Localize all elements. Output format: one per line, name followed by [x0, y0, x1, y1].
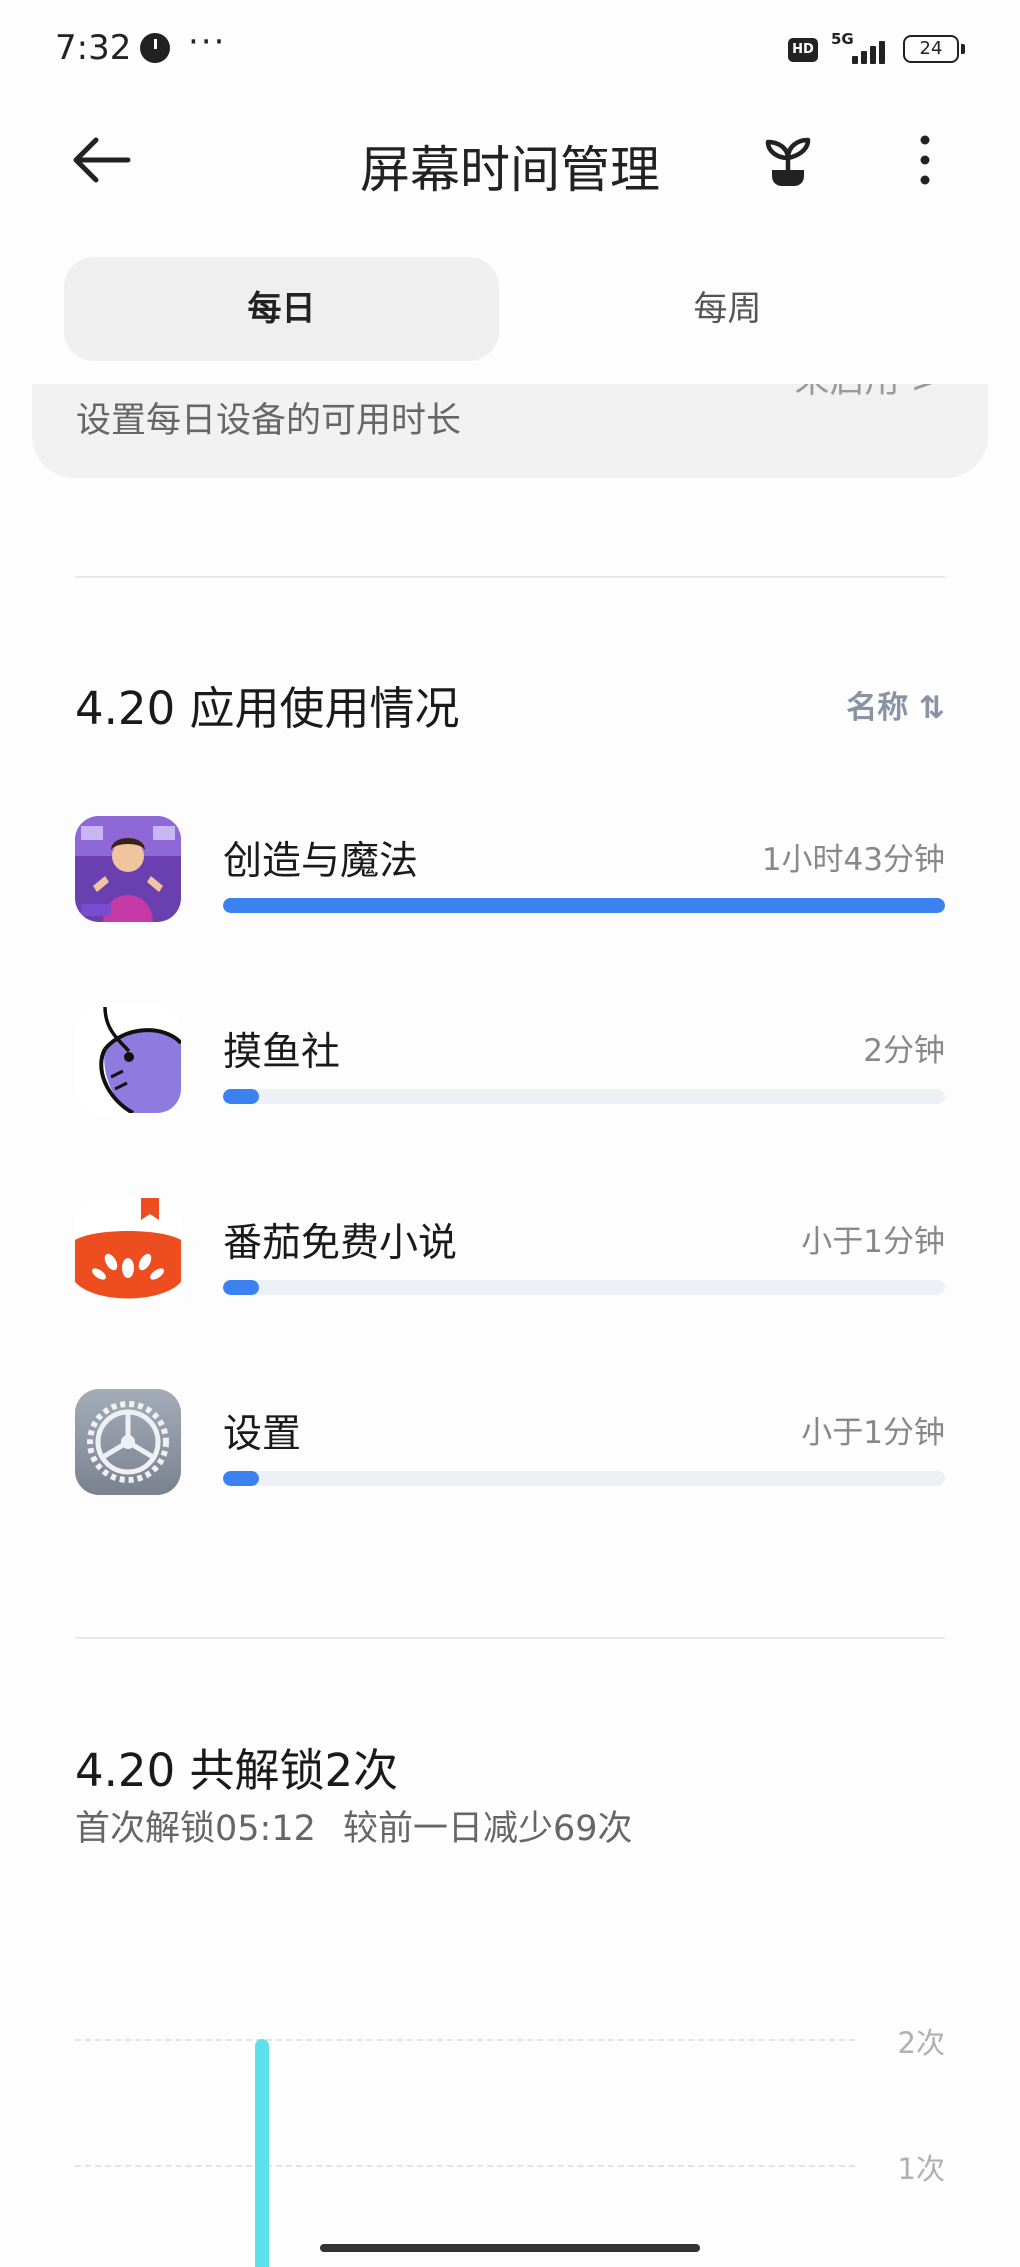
chart-y-tick-label: 2次 [897, 2026, 945, 2060]
sort-by-name-toggle[interactable]: 名称 ⇅ [846, 682, 945, 727]
clock-icon [140, 33, 170, 63]
tab-daily[interactable]: 每日 [64, 257, 499, 361]
app-name: 设置 [223, 1412, 302, 1457]
app-duration: 1小时43分钟 [761, 842, 945, 878]
more-vertical-icon [920, 135, 930, 185]
app-duration: 小于1分钟 [801, 1224, 945, 1260]
chart-gridline [75, 2165, 855, 2167]
tab-weekly[interactable]: 每周 [510, 257, 945, 361]
status-more-dots: ··· [188, 22, 227, 62]
usage-progress-bar [223, 898, 945, 913]
usage-progress-bar [223, 1280, 945, 1295]
unlock-section-title: 4.20 共解锁2次 [75, 1744, 399, 1797]
divider [75, 1637, 945, 1639]
usage-progress-fill [223, 1471, 260, 1486]
first-unlock-time: 首次解锁05:12 [75, 1809, 316, 1849]
usage-progress-fill [223, 898, 945, 913]
chart-gridline [75, 2039, 855, 2041]
sprout-button[interactable] [756, 128, 820, 192]
app-name: 番茄免费小说 [223, 1221, 458, 1266]
more-options-button[interactable] [905, 128, 945, 192]
creation-magic-app-icon [75, 816, 181, 922]
battery-icon: 24 [903, 35, 965, 63]
unlock-comparison: 较前一日减少69次 [343, 1809, 633, 1849]
usage-progress-fill [223, 1089, 260, 1104]
app-usage-row[interactable]: 创造与魔法 1小时43分钟 [75, 816, 945, 926]
settings-gear-icon [75, 1389, 181, 1495]
usage-progress-bar [223, 1089, 945, 1104]
usage-section-title: 4.20 应用使用情况 [75, 682, 460, 735]
network-type: 5G [831, 30, 854, 48]
app-usage-row[interactable]: 摸鱼社 2分钟 [75, 1007, 945, 1117]
app-usage-row[interactable]: 番茄免费小说 小于1分钟 [75, 1198, 945, 1308]
app-usage-row[interactable]: 设置 小于1分钟 [75, 1389, 945, 1499]
app-header: 屏幕时间管理 [0, 110, 1020, 210]
daily-limit-status: 未启用 > [795, 384, 940, 403]
usage-progress-fill [223, 1280, 260, 1295]
app-duration: 2分钟 [863, 1033, 945, 1069]
page-title: 屏幕时间管理 [360, 141, 660, 199]
app-duration: 小于1分钟 [801, 1415, 945, 1451]
divider [75, 576, 945, 578]
fanqie-novel-app-icon [75, 1198, 181, 1304]
daily-limit-card[interactable]: 设置每日设备的可用时长 未启用 > [32, 384, 988, 478]
home-indicator[interactable] [320, 2244, 700, 2252]
status-time: 7:32 [55, 28, 132, 68]
sprout-icon [765, 137, 811, 186]
usage-progress-bar [223, 1471, 945, 1486]
moyushe-app-icon [75, 1007, 181, 1113]
app-name: 创造与魔法 [223, 839, 419, 884]
app-name: 摸鱼社 [223, 1030, 341, 1075]
signal-icon [852, 36, 892, 64]
period-tabs: 每日 每周 [64, 257, 956, 361]
hd-badge: HD [788, 38, 818, 62]
daily-limit-description: 设置每日设备的可用时长 [76, 401, 462, 441]
chart-y-tick-label: 1次 [897, 2152, 945, 2186]
chart-bar [255, 2039, 269, 2267]
status-bar: 7:32 ··· HD 5G 24 [0, 0, 1020, 100]
